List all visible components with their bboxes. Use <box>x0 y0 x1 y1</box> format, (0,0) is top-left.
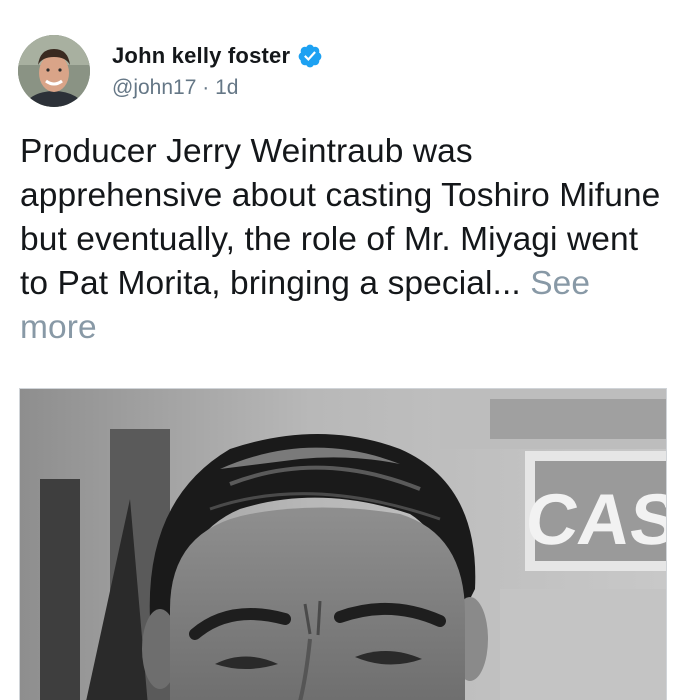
author-display-name[interactable]: John kelly foster <box>112 43 290 69</box>
avatar[interactable] <box>18 35 90 107</box>
handle-row: @john17 · 1d <box>112 73 323 103</box>
sign-text: CAS <box>522 480 666 560</box>
tweet-text: Producer Jerry Weintraub was apprehensiv… <box>20 130 670 350</box>
tweet-header: John kelly foster @john17 · 1d <box>18 35 323 107</box>
tweet-media-image[interactable]: CAS <box>19 388 667 700</box>
verified-badge-icon <box>297 43 323 69</box>
name-row: John kelly foster <box>112 39 323 73</box>
tweet-timestamp[interactable]: 1d <box>215 76 238 99</box>
meta-separator: · <box>202 76 210 99</box>
author-handle[interactable]: @john17 <box>112 76 196 99</box>
tweet-card[interactable]: John kelly foster @john17 · 1d Producer … <box>0 0 700 700</box>
author-meta: John kelly foster @john17 · 1d <box>112 39 323 103</box>
